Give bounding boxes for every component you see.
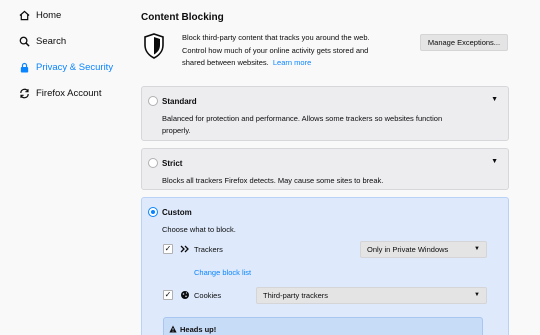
section-title: Content Blocking: [141, 12, 224, 23]
custom-description: Choose what to block.: [162, 225, 236, 234]
sidebar-item-privacy-security[interactable]: Privacy & Security: [18, 59, 113, 75]
chevron-down-icon[interactable]: ▼: [491, 96, 498, 103]
home-icon: [18, 9, 30, 21]
content-blocking-section: Content Blocking Block third-party conte…: [141, 0, 513, 335]
sidebar-item-label: Privacy & Security: [36, 61, 114, 73]
chevron-down-icon: ▼: [474, 246, 480, 252]
desc-line: properly.: [162, 126, 191, 135]
change-block-list-link[interactable]: Change block list: [194, 268, 251, 277]
sidebar-item-home[interactable]: Home: [18, 7, 61, 23]
option-custom[interactable]: Custom Choose what to block. ✓ Trackers …: [141, 197, 509, 335]
manage-exceptions-button[interactable]: Manage Exceptions...: [420, 34, 508, 51]
search-icon: [18, 35, 30, 47]
cookies-select[interactable]: Third-party trackers ▼: [256, 287, 487, 304]
standard-radio[interactable]: [148, 96, 158, 106]
custom-radio[interactable]: [148, 207, 158, 217]
intro-text: Block third-party content that tracks yo…: [182, 32, 412, 70]
chevron-down-icon[interactable]: ▼: [491, 158, 498, 165]
strict-description: Blocks all trackers Firefox detects. May…: [162, 176, 384, 185]
lock-icon: [18, 61, 30, 73]
chevron-down-icon: ▼: [474, 292, 480, 298]
standard-title: Standard: [162, 97, 197, 106]
trackers-checkbox[interactable]: ✓: [163, 244, 173, 254]
intro-line-text: shared between websites.: [182, 58, 269, 67]
sidebar-item-firefox-account[interactable]: Firefox Account: [18, 85, 101, 101]
warning-icon: [169, 325, 177, 333]
trackers-select-value: Only in Private Windows: [367, 245, 449, 254]
strict-radio[interactable]: [148, 158, 158, 168]
sidebar: Home Search Privacy & Security Firefox A…: [0, 0, 120, 335]
sidebar-item-search[interactable]: Search: [18, 33, 66, 49]
cookies-select-value: Third-party trackers: [263, 291, 329, 300]
intro-line: Block third-party content that tracks yo…: [182, 33, 370, 42]
option-standard[interactable]: Standard ▼ Balanced for protection and p…: [141, 86, 509, 141]
trackers-select[interactable]: Only in Private Windows ▼: [360, 241, 487, 258]
cookies-checkbox[interactable]: ✓: [163, 290, 173, 300]
sync-icon: [18, 87, 30, 99]
custom-title: Custom: [162, 208, 192, 217]
option-strict[interactable]: Strict ▼ Blocks all trackers Firefox det…: [141, 148, 509, 190]
desc-line: Balanced for protection and performance.…: [162, 114, 443, 123]
strict-title: Strict: [162, 159, 183, 168]
trackers-icon: [180, 245, 189, 253]
sidebar-item-label: Search: [36, 35, 67, 47]
intro-line: Control how much of your online activity…: [182, 45, 369, 55]
learn-more-link[interactable]: Learn more: [273, 58, 311, 67]
shield-icon: [144, 33, 164, 59]
sidebar-item-label: Firefox Account: [36, 87, 102, 99]
trackers-label: Trackers: [194, 245, 223, 254]
cookies-label: Cookies: [194, 291, 222, 300]
sidebar-item-label: Home: [36, 9, 62, 21]
cookie-icon: [181, 291, 189, 299]
heads-up-label: Heads up!: [180, 325, 217, 334]
standard-description: Balanced for protection and performance.…: [162, 113, 482, 137]
intro-line: shared between websites. Learn more: [182, 57, 412, 70]
heads-up-notice: Heads up!: [163, 317, 483, 335]
